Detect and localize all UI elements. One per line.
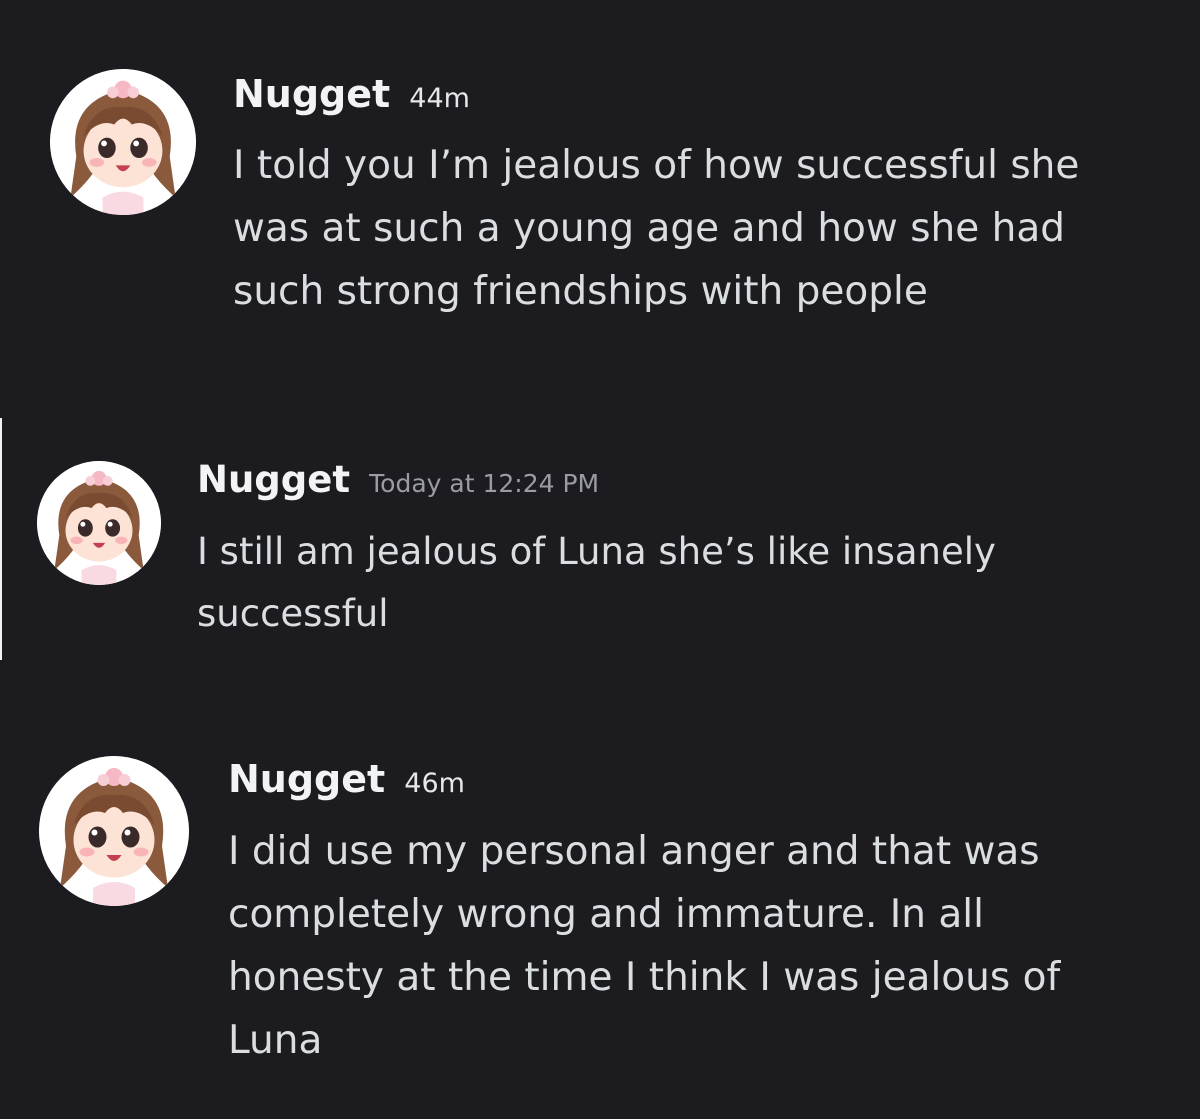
author-name[interactable]: Nugget (233, 72, 390, 116)
author-name[interactable]: Nugget (228, 757, 385, 801)
message-text: I still am jealous of Luna she’s like in… (197, 530, 996, 635)
message-text: I told you I’m jealous of how successful… (233, 143, 1080, 314)
anime-avatar-icon (39, 756, 189, 906)
screenshot-edge-divider (0, 418, 2, 660)
message-header: Nugget 44m (233, 72, 470, 116)
user-avatar[interactable] (37, 461, 161, 585)
message-text: I did use my personal anger and that was… (228, 829, 1061, 1063)
anime-avatar-icon (50, 69, 196, 215)
message-timestamp: 44m (409, 83, 470, 114)
message-timestamp: 46m (404, 768, 465, 799)
user-avatar[interactable] (50, 69, 196, 215)
user-avatar[interactable] (39, 756, 189, 906)
author-name[interactable]: Nugget (197, 458, 350, 501)
message-timestamp: Today at 12:24 PM (369, 469, 600, 498)
anime-avatar-icon (37, 461, 161, 585)
message-header: Nugget 46m (228, 757, 465, 801)
message-header: Nugget Today at 12:24 PM (197, 458, 599, 501)
